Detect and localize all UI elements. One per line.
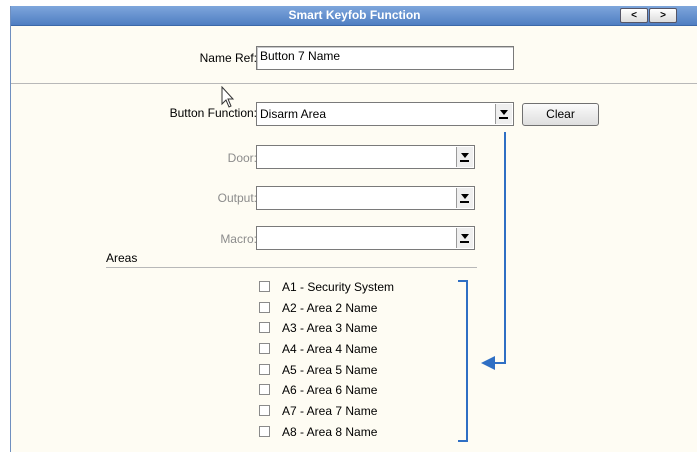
area-checkbox[interactable] [259, 426, 270, 437]
areas-divider [106, 267, 477, 268]
macro-label: Macro: [220, 232, 257, 246]
area-checkbox[interactable] [259, 384, 270, 395]
area-label: A8 - Area 8 Name [282, 425, 378, 439]
door-label: Door: [227, 151, 257, 165]
output-dropdown[interactable] [256, 186, 475, 210]
area-label: A3 - Area 3 Name [282, 321, 378, 335]
title-bar: Smart Keyfob Function < > [11, 6, 697, 26]
name-ref-label: Name Ref: [199, 51, 257, 65]
chevron-down-icon [500, 110, 508, 115]
section-divider [11, 83, 697, 84]
area-label: A6 - Area 6 Name [282, 383, 378, 397]
dropdown-arrow-button[interactable] [456, 188, 473, 208]
name-ref-input[interactable]: Button 7 Name [256, 46, 514, 70]
area-checkbox[interactable] [259, 343, 270, 354]
clear-button[interactable]: Clear [522, 103, 599, 126]
button-function-dropdown[interactable]: Disarm Area [256, 102, 514, 126]
door-dropdown[interactable] [256, 145, 475, 169]
previous-button[interactable]: < [620, 8, 648, 23]
areas-header: Areas [106, 251, 138, 265]
next-button[interactable]: > [649, 8, 677, 23]
area-label: A4 - Area 4 Name [282, 342, 378, 356]
macro-dropdown[interactable] [256, 226, 475, 250]
mouse-cursor-icon [221, 86, 235, 108]
smart-keyfob-window: Smart Keyfob Function < > Name Ref: Butt… [10, 6, 697, 452]
chevron-down-icon [461, 234, 469, 239]
button-function-label: Button Function: [169, 106, 257, 120]
chevron-down-icon [461, 153, 469, 158]
area-label: A1 - Security System [282, 280, 395, 294]
dropdown-arrow-button[interactable] [456, 228, 473, 248]
area-label: A2 - Area 2 Name [282, 301, 378, 315]
dropdown-arrow-button[interactable] [456, 147, 473, 167]
area-checkbox[interactable] [259, 281, 270, 292]
output-label: Output: [217, 191, 257, 205]
window-title: Smart Keyfob Function [288, 8, 421, 22]
button-function-value: Disarm Area [260, 107, 327, 121]
area-label: A5 - Area 5 Name [282, 363, 378, 377]
area-checkbox[interactable] [259, 322, 270, 333]
area-label: A7 - Area 7 Name [282, 404, 378, 418]
dropdown-arrow-button[interactable] [495, 104, 512, 124]
area-checkbox[interactable] [259, 302, 270, 313]
area-checkbox[interactable] [259, 405, 270, 416]
area-checkbox[interactable] [259, 364, 270, 375]
chevron-down-icon [461, 194, 469, 199]
